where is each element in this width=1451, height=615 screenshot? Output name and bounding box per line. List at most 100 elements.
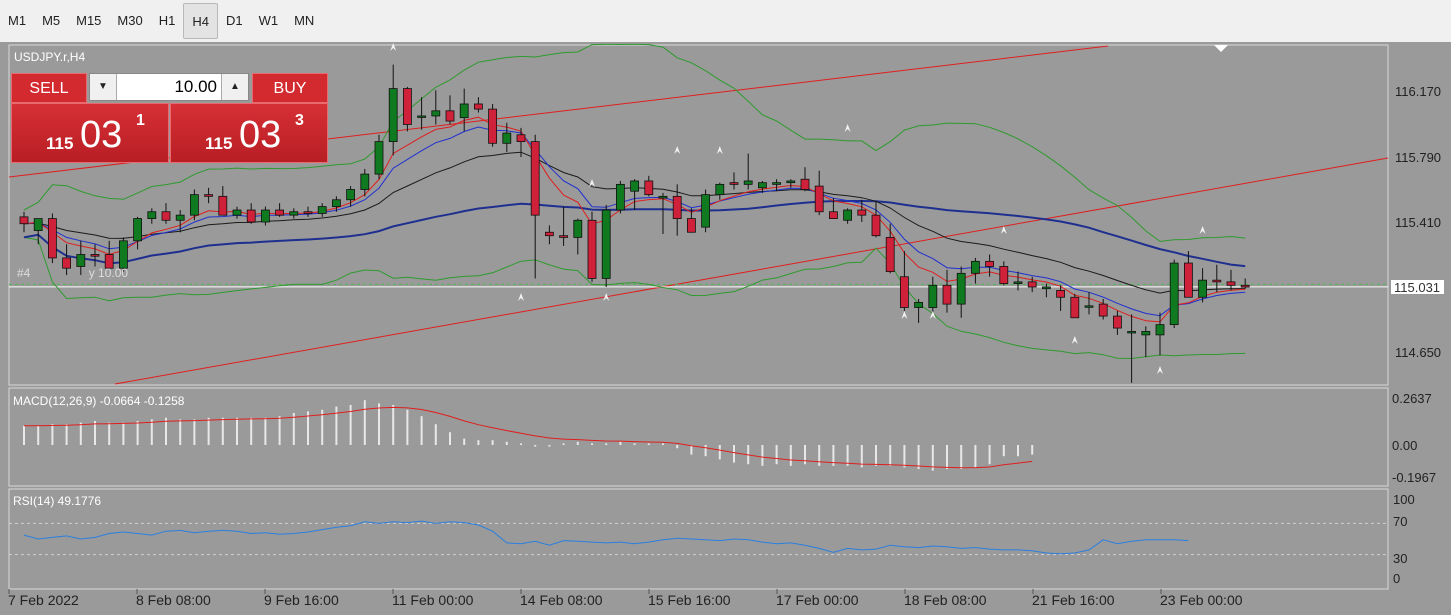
fractal-arrow-icon — [518, 293, 524, 301]
candle-bull — [1013, 281, 1023, 284]
candle-bull — [133, 218, 143, 242]
time-axis-label: 14 Feb 08:00 — [520, 592, 603, 608]
candle-bull — [758, 182, 767, 189]
time-axis-label: 8 Feb 08:00 — [136, 592, 211, 608]
candle-bull — [1141, 331, 1151, 336]
one-click-trade-panel: SELL ▼ ▲ BUY 115 03 1 115 03 3 — [11, 73, 329, 163]
candle-bear — [516, 134, 526, 143]
time-axis-label: 23 Feb 00:00 — [1160, 592, 1243, 608]
fractal-arrow-icon — [589, 179, 595, 187]
candle-bull — [317, 206, 327, 214]
candle-bear — [885, 236, 895, 273]
candle-bull — [175, 214, 185, 221]
macd-panel-frame — [8, 387, 1389, 487]
candle-bull — [573, 219, 583, 238]
candle-bull — [119, 240, 128, 269]
fractal-arrow-icon — [901, 311, 908, 319]
candle-bear — [900, 276, 909, 308]
rsi-line — [23, 520, 1189, 555]
candle-bear — [530, 141, 540, 216]
candle-bear — [275, 209, 285, 216]
candle-bear — [729, 182, 739, 185]
candle-bear — [942, 284, 952, 305]
candle-bull — [928, 284, 938, 308]
fractal-arrow-icon — [1071, 336, 1078, 344]
candle-bull — [147, 211, 157, 219]
candle-bull — [1198, 279, 1207, 298]
macd-axis-label: -0.1967 — [1392, 470, 1437, 485]
candle-bear — [1098, 303, 1108, 317]
candle-bull — [260, 209, 270, 223]
buy-price-main: 03 — [239, 114, 282, 156]
buy-price-suffix: 3 — [295, 112, 304, 129]
candle-bear — [1056, 290, 1065, 298]
volume-stepper[interactable]: ▼ ▲ — [89, 73, 249, 101]
candle-bull — [743, 180, 753, 185]
candle-bull — [843, 209, 852, 221]
buy-button[interactable]: BUY — [252, 73, 328, 103]
candle-bull — [346, 189, 356, 201]
time-axis-label: 15 Feb 16:00 — [648, 592, 731, 608]
candle-bull — [701, 194, 710, 228]
time-axis-label: 18 Feb 08:00 — [904, 592, 987, 608]
candle-bull — [786, 180, 796, 184]
candle-bear — [90, 254, 100, 257]
macd-axis-label: 0.00 — [1392, 438, 1418, 453]
candle-bear — [246, 209, 256, 223]
fractal-arrow-icon — [1000, 226, 1007, 234]
fractal-arrow-icon — [1157, 366, 1163, 374]
rsi-axis-label: 70 — [1393, 514, 1408, 529]
candle-bull — [601, 209, 611, 279]
bollinger-lower — [23, 236, 1246, 360]
candle-bull — [189, 194, 199, 216]
symbol-label: USDJPY.r,H4 — [14, 50, 86, 64]
candle-bull — [33, 218, 43, 231]
order-line-label: #4 y 10.00 — [17, 266, 129, 280]
candle-bear — [161, 211, 171, 221]
candle-bear — [303, 211, 313, 214]
candle-bull — [388, 88, 398, 143]
candle-bull — [914, 301, 923, 308]
buy-price-prefix: 115 — [205, 134, 233, 153]
candle-bear — [985, 260, 994, 267]
candle-bull — [76, 254, 86, 267]
fractal-arrow-icon — [844, 124, 851, 132]
candle-bear — [800, 178, 810, 190]
time-axis-label: 17 Feb 00:00 — [776, 592, 859, 608]
volume-increase-icon[interactable]: ▲ — [221, 74, 248, 100]
candle-bear — [204, 194, 214, 197]
candle-bull — [331, 199, 341, 208]
price-axis-label: 115.790 — [1395, 150, 1442, 165]
price-axis-label: 116.170 — [1395, 84, 1442, 99]
candle-bull — [289, 211, 299, 216]
candle-bear — [1184, 262, 1193, 298]
candle-bear — [644, 180, 654, 196]
candle-bear — [488, 108, 498, 144]
candle-bull — [1155, 324, 1165, 336]
candle-bear — [48, 218, 57, 259]
candle-bear — [814, 185, 824, 213]
candle-bull — [1169, 262, 1179, 326]
candle-bull — [971, 260, 980, 274]
fractal-arrow-icon — [390, 43, 397, 51]
candle-bull — [232, 209, 242, 216]
time-axis-label: 21 Feb 16:00 — [1032, 592, 1115, 608]
volume-input[interactable] — [117, 74, 221, 100]
time-axis-label: 9 Feb 16:00 — [264, 592, 339, 608]
candle-bull — [459, 103, 469, 119]
sell-button[interactable]: SELL — [11, 73, 87, 103]
price-axis-label: 114.650 — [1395, 345, 1442, 360]
candle-bear — [1226, 281, 1236, 286]
candle-bear — [871, 214, 881, 237]
candle-bull — [374, 141, 384, 175]
price-axis-label: 115.410 — [1395, 215, 1442, 230]
volume-decrease-icon[interactable]: ▼ — [90, 74, 117, 100]
candle-bear — [445, 110, 455, 122]
candle-bull — [616, 183, 625, 211]
candle-bull — [417, 115, 427, 118]
buy-price-button[interactable]: 115 03 3 — [170, 103, 328, 163]
candle-bull — [658, 195, 668, 199]
candle-bull — [1084, 305, 1094, 308]
sell-price-button[interactable]: 115 03 1 — [11, 103, 169, 163]
sell-price-prefix: 115 — [46, 134, 74, 153]
